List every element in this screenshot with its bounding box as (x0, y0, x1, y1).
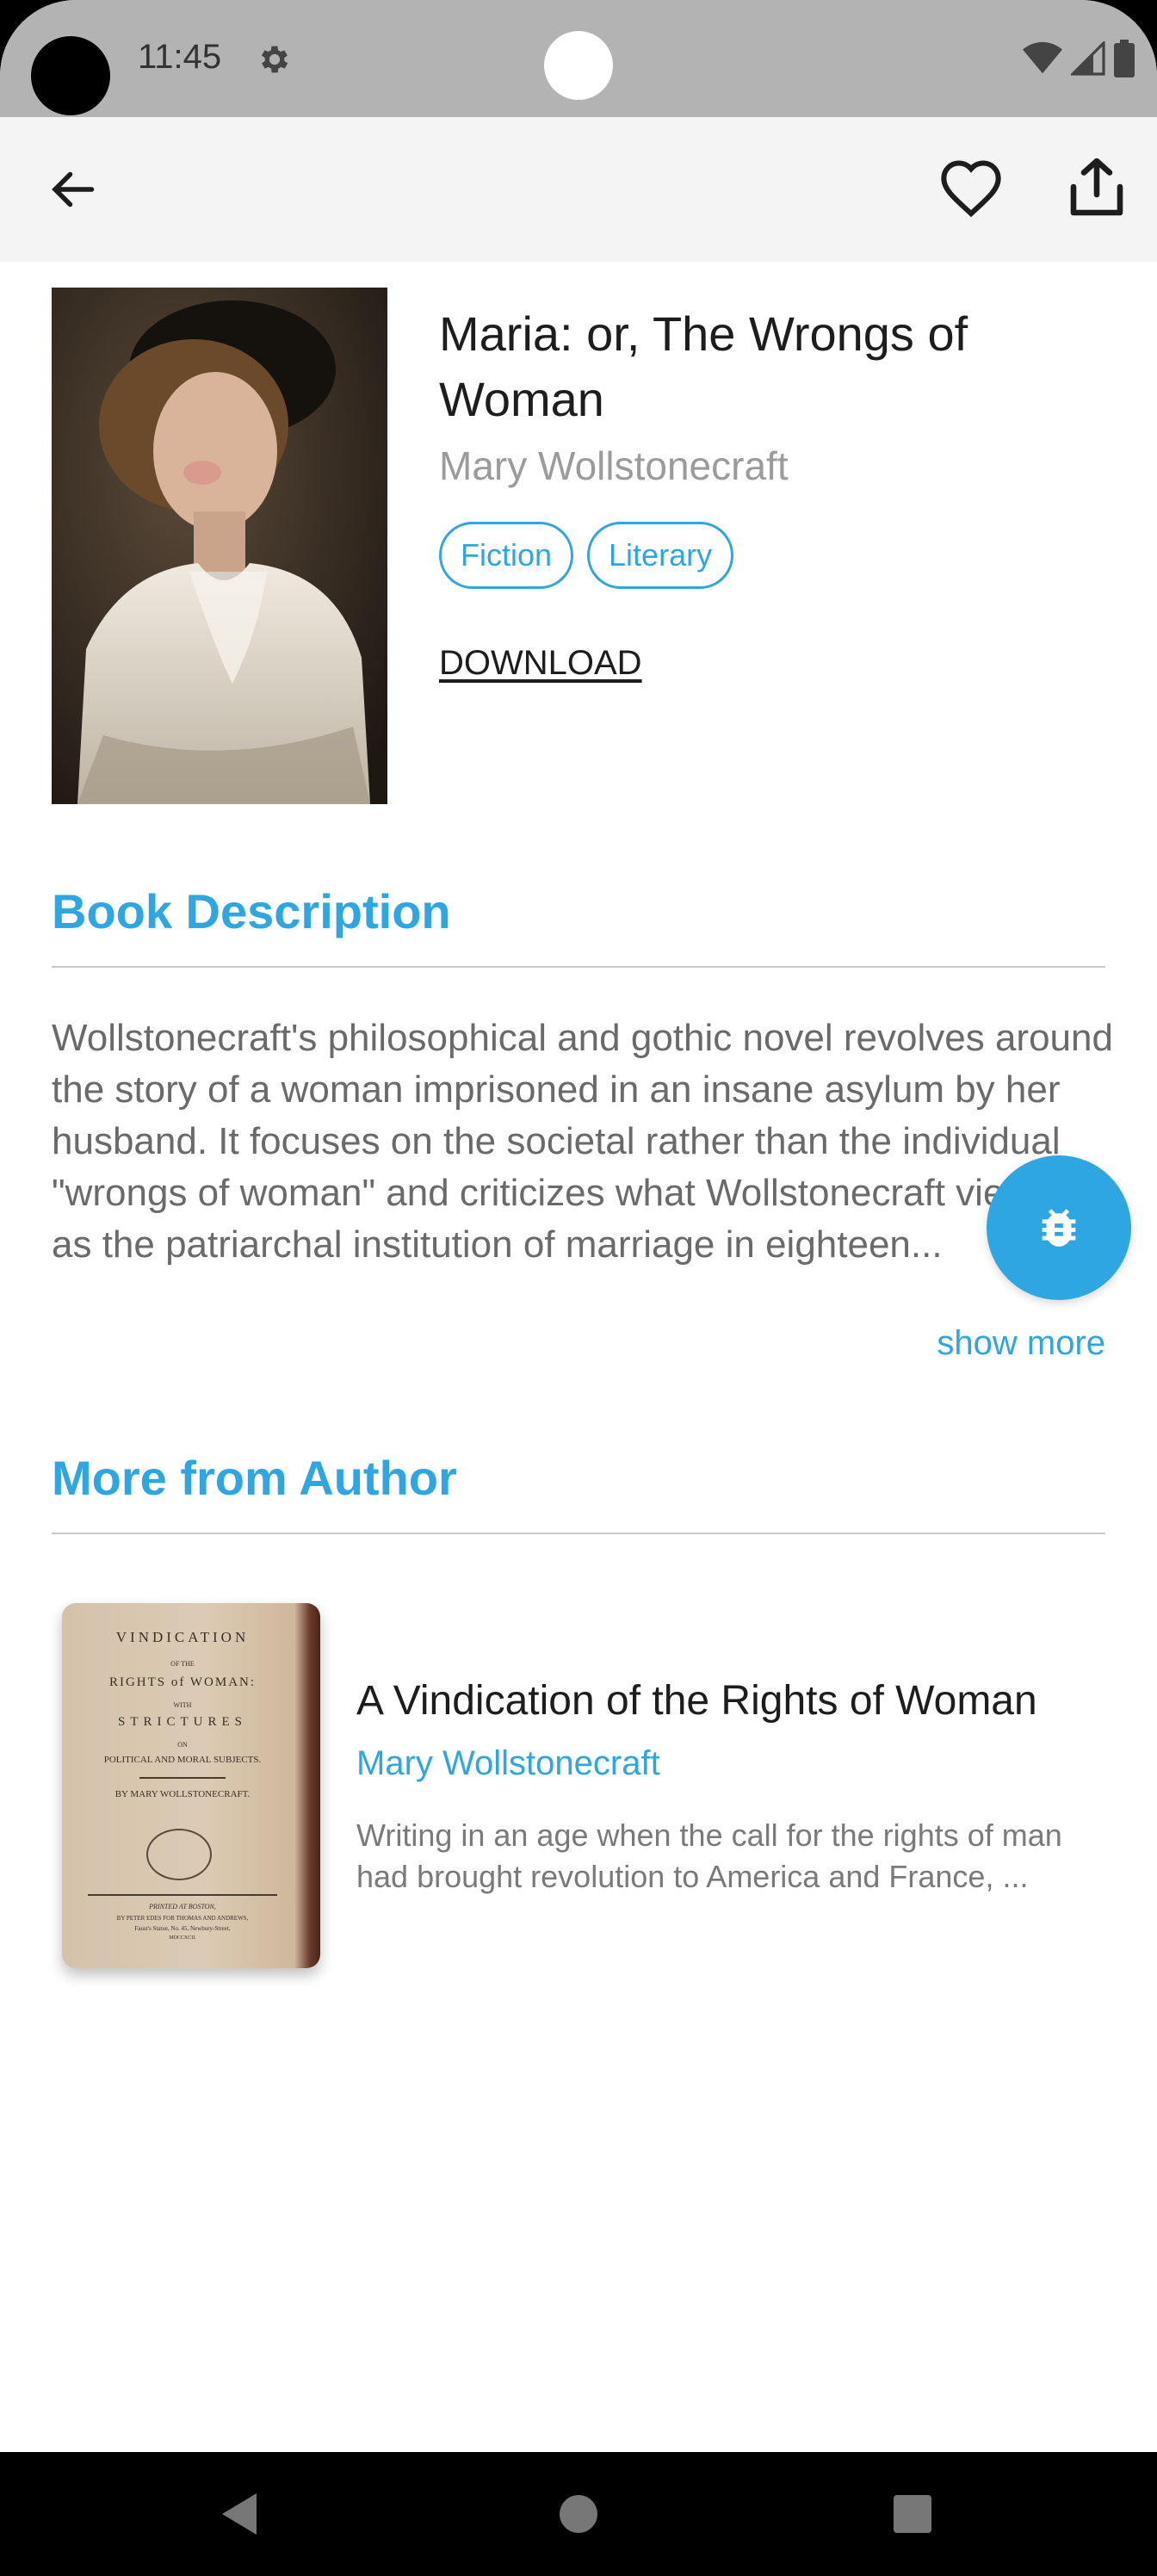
nav-back-icon[interactable] (219, 2490, 260, 2538)
camera-cutout (544, 31, 613, 100)
show-more-link[interactable]: show more (937, 1324, 1105, 1363)
cover-text: BY PETER EDES FOR THOMAS AND ANDREWS, (116, 1915, 249, 1922)
related-book-cover[interactable]: VINDICATION OF THE RIGHTS of WOMAN: WITH… (62, 1603, 320, 1968)
more-from-author-heading: More from Author (52, 1451, 457, 1505)
status-time: 11:45 (138, 38, 222, 76)
cover-text: PRINTED AT BOSTON, (149, 1903, 216, 1910)
cover-text: MDCCXCII. (169, 1935, 196, 1941)
status-bar: 11:45 (0, 0, 1157, 117)
cover-text: POLITICAL AND MORAL SUBJECTS. (103, 1755, 262, 1765)
favorite-button[interactable] (935, 152, 1007, 224)
cover-monogram (146, 1829, 212, 1880)
description-heading: Book Description (52, 884, 451, 938)
nav-home-icon[interactable] (558, 2493, 599, 2535)
screen: 11:45 Maria: or, The Wrongs of Woman Mar… (0, 0, 1157, 2576)
signal-icon (1071, 41, 1105, 76)
battery-icon (1114, 40, 1135, 77)
cover-rule (139, 1777, 226, 1779)
book-title: Maria: or, The Wrongs of Woman (439, 307, 968, 426)
arrow-back-icon (52, 171, 95, 207)
cover-text: RIGHTS of WOMAN: (108, 1675, 257, 1689)
related-book-excerpt: Writing in an age when the call for the … (356, 1817, 1062, 1894)
cover-text: Faust's Statue, No. 45, Newbury-Street, (134, 1925, 231, 1932)
divider (52, 1533, 1105, 1534)
share-button[interactable] (1061, 148, 1133, 226)
back-button[interactable] (38, 155, 107, 224)
wifi-icon (1023, 41, 1062, 74)
related-book-author: Mary Wollstonecraft (356, 1744, 660, 1782)
related-book-title[interactable]: A Vindication of the Rights of Woman (356, 1677, 1037, 1725)
debug-fab-button[interactable] (987, 1155, 1131, 1300)
cover-text: WITH (173, 1701, 192, 1709)
app-bar (0, 117, 1157, 262)
share-icon (1070, 158, 1123, 216)
cover-text: VINDICATION (115, 1629, 250, 1645)
heart-outline-icon (941, 160, 1001, 218)
nav-recents-icon[interactable] (892, 2493, 933, 2535)
cover-text: ON (177, 1741, 188, 1749)
front-camera (31, 36, 110, 115)
book-author: Mary Wollstonecraft (439, 443, 789, 488)
cover-text: OF THE (170, 1660, 195, 1668)
bug-icon (1042, 1209, 1076, 1247)
gear-icon (261, 46, 288, 73)
cover-text: BY MARY WOLLSTONECRAFT. (114, 1789, 251, 1799)
cover-rule (88, 1894, 277, 1896)
book-cover-image (52, 288, 387, 804)
tag-fiction[interactable]: Fiction (439, 522, 574, 589)
download-button[interactable]: DOWNLOAD (439, 644, 642, 683)
status-icons (1023, 40, 1135, 77)
divider (52, 966, 1105, 968)
tag-literary[interactable]: Literary (587, 522, 734, 589)
description-text: Wollstonecraft's philosophical and gothi… (52, 1017, 1113, 1266)
system-nav-bar (0, 2452, 1157, 2576)
genre-tags: Fiction Literary (439, 522, 734, 589)
cover-text: STRICTURES (117, 1715, 247, 1729)
